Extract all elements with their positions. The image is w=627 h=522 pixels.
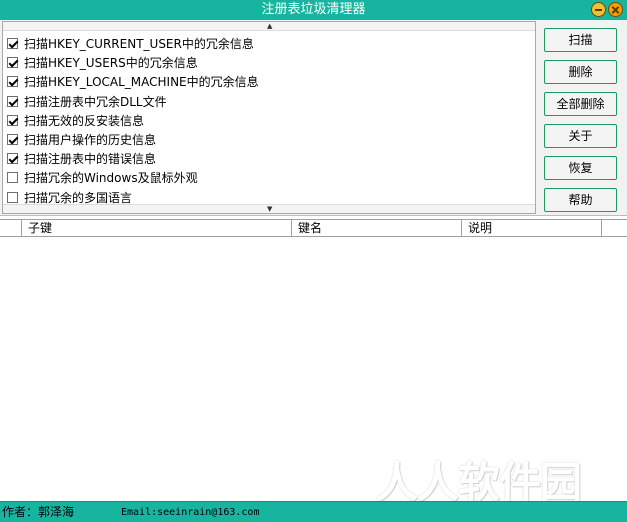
scan-option[interactable]: 扫描HKEY_USERS中的冗余信息 [7,53,259,72]
scan-option-label: 扫描无效的反安装信息 [24,113,145,128]
scan-option-label: 扫描注册表中冗余DLL文件 [24,94,167,109]
column-header-subkey[interactable]: 子键 [22,220,292,237]
scan-options-list: ▲ 扫描HKEY_CURRENT_USER中的冗余信息 扫描HKEY_USERS… [2,21,536,214]
scan-option[interactable]: 扫描HKEY_LOCAL_MACHINE中的冗余信息 [7,72,259,91]
checkbox[interactable] [7,95,18,107]
close-icon[interactable] [608,2,623,17]
title-bar: 注册表垃圾清理器 [0,0,627,20]
scan-option-label: 扫描HKEY_CURRENT_USER中的冗余信息 [24,37,254,52]
scan-option[interactable]: 扫描注册表中的错误信息 [7,149,259,168]
scan-option-label: 扫描冗余的Windows及鼠标外观 [24,171,198,186]
scan-option-label: 扫描注册表中的错误信息 [24,152,157,167]
delete-button[interactable]: 删除 [544,60,617,84]
scan-option-label: 扫描HKEY_USERS中的冗余信息 [24,56,198,71]
about-button[interactable]: 关于 [544,124,617,148]
checkbox[interactable] [7,153,18,165]
help-button[interactable]: 帮助 [544,188,617,212]
checkbox[interactable] [7,134,18,146]
author-text: 作者：郭泽海 [2,505,75,519]
scan-option-label: 扫描HKEY_LOCAL_MACHINE中的冗余信息 [24,75,259,90]
restore-button[interactable]: 恢复 [544,156,617,180]
scroll-up-button[interactable]: ▲ [3,22,535,31]
column-header-key-name[interactable]: 键名 [292,220,462,237]
results-table-header: 子键 键名 说明 [0,219,627,237]
scroll-down-button[interactable]: ▼ [3,204,535,213]
scan-option[interactable]: 扫描HKEY_CURRENT_USER中的冗余信息 [7,34,259,53]
scan-button[interactable]: 扫描 [544,28,617,52]
checkbox[interactable] [7,57,18,69]
checkbox[interactable] [7,191,18,203]
checkbox[interactable] [7,114,18,126]
scan-option[interactable]: 扫描注册表中冗余DLL文件 [7,92,259,111]
window-title: 注册表垃圾清理器 [261,2,366,17]
options-panel: ▲ 扫描HKEY_CURRENT_USER中的冗余信息 扫描HKEY_USERS… [0,20,627,216]
column-header-description[interactable]: 说明 [462,220,602,237]
scan-option-label: 扫描用户操作的历史信息 [24,133,157,148]
delete-all-button[interactable]: 全部删除 [544,92,617,116]
scan-option[interactable]: 扫描冗余的Windows及鼠标外观 [7,168,259,187]
checkbox[interactable] [7,172,18,184]
email-text: Email:seeinrain@163.com [121,507,260,518]
status-bar: 作者：郭泽海 Email:seeinrain@163.com [0,501,627,522]
triangle-up-icon: ▲ [267,22,273,30]
minimize-icon[interactable] [591,2,606,17]
checkbox[interactable] [7,38,18,50]
checkbox[interactable] [7,76,18,88]
scan-options-items: 扫描HKEY_CURRENT_USER中的冗余信息 扫描HKEY_USERS中的… [7,34,259,207]
triangle-down-icon: ▼ [267,205,273,213]
scan-option[interactable]: 扫描用户操作的历史信息 [7,130,259,149]
scan-option[interactable]: 扫描无效的反安装信息 [7,111,259,130]
column-header-icon[interactable] [0,220,22,237]
